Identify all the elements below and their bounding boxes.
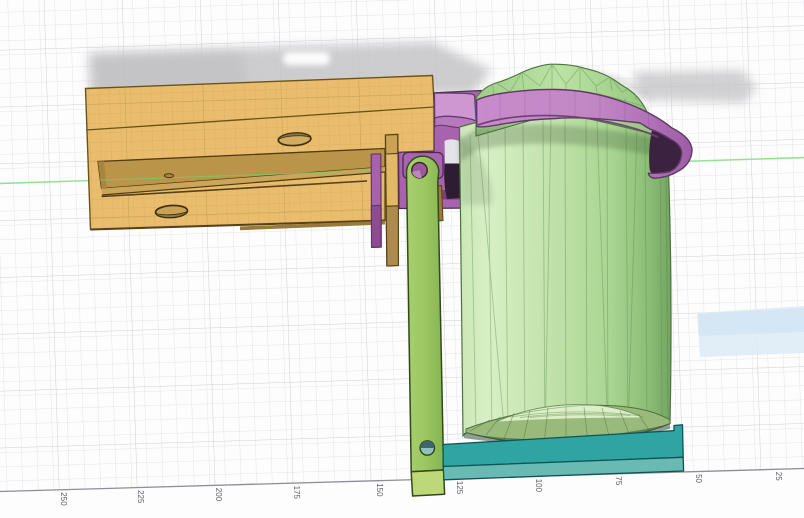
svg-text:125: 125 bbox=[455, 481, 464, 495]
svg-text:175: 175 bbox=[292, 486, 301, 500]
svg-text:150: 150 bbox=[375, 483, 384, 497]
svg-text:50: 50 bbox=[694, 474, 703, 483]
svg-text:75: 75 bbox=[614, 476, 623, 485]
svg-text:200: 200 bbox=[214, 488, 223, 502]
svg-text:100: 100 bbox=[534, 479, 543, 493]
svg-text:25: 25 bbox=[774, 472, 783, 481]
svg-text:225: 225 bbox=[136, 490, 145, 504]
svg-text:250: 250 bbox=[59, 492, 68, 506]
